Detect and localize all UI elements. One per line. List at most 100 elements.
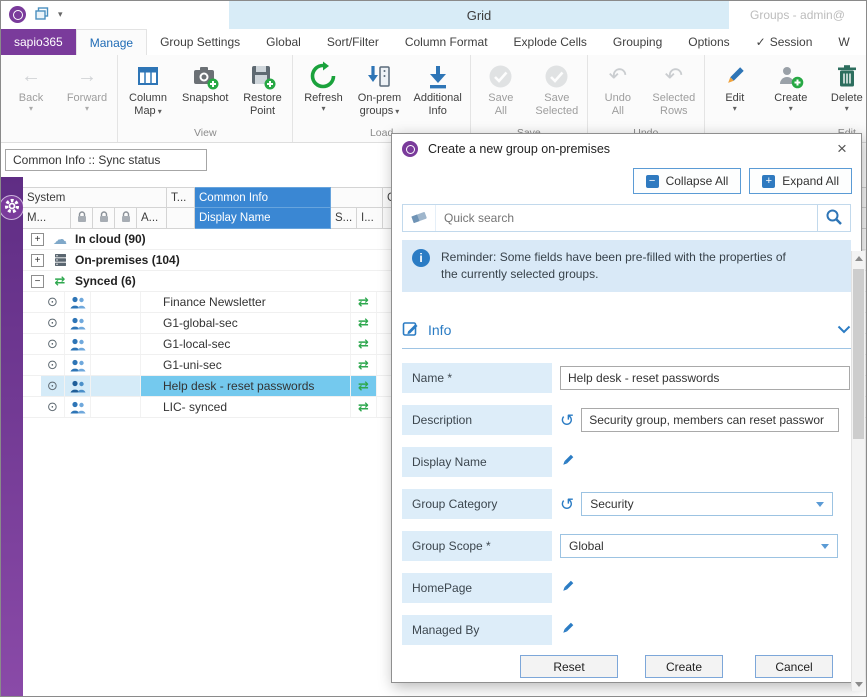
col-header-system[interactable]: System bbox=[23, 187, 167, 208]
title-bar: ▾ Grid Groups - admin@ bbox=[1, 1, 866, 29]
col-subheader-m[interactable]: M... bbox=[23, 208, 71, 229]
caret-down-icon bbox=[821, 544, 829, 549]
undo-all-button[interactable]: ↶ Undo All bbox=[590, 56, 646, 118]
cancel-button[interactable]: Cancel bbox=[755, 655, 833, 678]
on-prem-groups-button[interactable]: On-prem groups▾ bbox=[351, 56, 407, 118]
scrollbar-thumb[interactable] bbox=[853, 269, 864, 439]
search-button[interactable] bbox=[817, 205, 850, 231]
save-selected-button[interactable]: Save Selected bbox=[529, 56, 585, 118]
window-copy-icon[interactable] bbox=[35, 7, 49, 23]
row-target-icon[interactable]: ⊙ bbox=[41, 376, 65, 396]
row-target-icon[interactable]: ⊙ bbox=[41, 313, 65, 333]
edit-field-pencil-icon[interactable] bbox=[560, 579, 575, 597]
close-icon[interactable]: × bbox=[829, 138, 855, 160]
back-icon: ← bbox=[21, 60, 41, 92]
scroll-down-icon[interactable] bbox=[852, 677, 865, 691]
additional-info-button[interactable]: Additional Info bbox=[407, 56, 467, 118]
row-target-icon[interactable]: ⊙ bbox=[41, 397, 65, 417]
tab-global[interactable]: Global bbox=[253, 29, 314, 55]
create-button[interactable]: Create bbox=[645, 655, 723, 678]
revert-field-icon[interactable]: ↺ bbox=[560, 412, 574, 429]
col-subheader-locked[interactable] bbox=[71, 208, 93, 229]
col-subheader-locked[interactable] bbox=[93, 208, 115, 229]
description-input[interactable] bbox=[581, 408, 839, 432]
tab-group-settings[interactable]: Group Settings bbox=[147, 29, 253, 55]
tab-column-format[interactable]: Column Format bbox=[392, 29, 501, 55]
revert-field-icon[interactable]: ↺ bbox=[560, 496, 574, 513]
group-category-select[interactable]: Security bbox=[581, 492, 833, 516]
edit-field-pencil-icon[interactable] bbox=[560, 453, 575, 471]
edit-field-pencil-icon[interactable] bbox=[560, 621, 575, 639]
collapse-icon[interactable]: − bbox=[31, 275, 44, 288]
col-subheader-i[interactable]: I... bbox=[357, 208, 383, 229]
column-map-button[interactable]: Column Map▾ bbox=[120, 56, 176, 118]
refresh-button[interactable]: Refresh ▾ bbox=[295, 56, 351, 113]
info-section-header[interactable]: Info bbox=[402, 320, 851, 349]
tab-options[interactable]: Options bbox=[675, 29, 742, 55]
reminder-text-line2: the currently selected groups. bbox=[441, 266, 786, 283]
lock-icon bbox=[121, 211, 131, 226]
row-target-icon[interactable]: ⊙ bbox=[41, 292, 65, 312]
trash-icon bbox=[835, 60, 859, 92]
field-label: Display Name bbox=[402, 447, 552, 477]
restore-point-button[interactable]: Restore Point bbox=[234, 56, 290, 118]
tab-sort-filter[interactable]: Sort/Filter bbox=[314, 29, 392, 55]
pencil-icon bbox=[722, 60, 747, 92]
display-name-cell[interactable]: G1-uni-sec bbox=[141, 355, 351, 375]
col-subheader-s[interactable]: S... bbox=[331, 208, 357, 229]
reset-button[interactable]: Reset bbox=[520, 655, 618, 678]
ribbon-group-save: Save All Save Selected Save bbox=[470, 55, 587, 142]
snapshot-button[interactable]: Snapshot bbox=[176, 56, 234, 105]
tab-explode-cells[interactable]: Explode Cells bbox=[501, 29, 600, 55]
tab-sapio365[interactable]: sapio365 bbox=[1, 29, 76, 55]
display-name-cell[interactable]: Help desk - reset passwords bbox=[141, 376, 351, 396]
vertical-scrollbar[interactable] bbox=[851, 251, 865, 691]
check-icon: ✓ bbox=[756, 35, 766, 49]
name-input[interactable] bbox=[560, 366, 850, 390]
display-name-cell[interactable]: Finance Newsletter bbox=[141, 292, 351, 312]
col-subheader-display-name[interactable]: Display Name bbox=[195, 208, 331, 229]
expand-all-button[interactable]: + Expand All bbox=[749, 168, 852, 194]
col-subheader-t[interactable] bbox=[167, 208, 195, 229]
cloud-icon: ☁ bbox=[51, 232, 69, 246]
tab-session[interactable]: ✓ Session bbox=[743, 29, 826, 55]
undo-icon: ↶ bbox=[609, 60, 627, 92]
display-name-cell[interactable]: G1-local-sec bbox=[141, 334, 351, 354]
create-button[interactable]: Create ▾ bbox=[763, 56, 819, 113]
quick-access-caret-icon[interactable]: ▾ bbox=[58, 10, 63, 19]
group-scope-select[interactable]: Global bbox=[560, 534, 838, 558]
row-target-icon[interactable]: ⊙ bbox=[41, 355, 65, 375]
tab-grouping[interactable]: Grouping bbox=[600, 29, 675, 55]
back-button[interactable]: ← Back ▾ bbox=[3, 56, 59, 113]
ribbon-group-view: Column Map▾ Snapshot Restore Point bbox=[117, 55, 292, 142]
caret-down-icon: ▾ bbox=[395, 107, 399, 116]
col-header-common-info[interactable]: Common Info bbox=[195, 187, 331, 208]
col-subheader-a[interactable]: A... bbox=[137, 208, 167, 229]
select-value: Security bbox=[590, 497, 633, 511]
group-row-label: Synced (6) bbox=[75, 274, 136, 288]
save-all-button[interactable]: Save All bbox=[473, 56, 529, 118]
settings-gear-button[interactable] bbox=[0, 195, 24, 220]
col-subheader-locked[interactable] bbox=[115, 208, 137, 229]
expand-icon[interactable]: + bbox=[31, 254, 44, 267]
delete-button[interactable]: Delete ▾ bbox=[819, 56, 866, 113]
chevron-down-icon[interactable] bbox=[837, 323, 851, 337]
expand-all-label: Expand All bbox=[782, 174, 839, 188]
display-name-cell[interactable]: G1-global-sec bbox=[141, 313, 351, 333]
display-name-cell[interactable]: LIC- synced bbox=[141, 397, 351, 417]
expand-icon[interactable]: + bbox=[31, 233, 44, 246]
scroll-up-icon[interactable] bbox=[852, 251, 865, 265]
clear-search-button[interactable] bbox=[403, 205, 436, 231]
column-filter-combo[interactable]: Common Info :: Sync status bbox=[5, 149, 207, 171]
undo-selected-rows-button[interactable]: ↶ Selected Rows bbox=[646, 56, 702, 118]
col-header-spacer bbox=[331, 187, 383, 208]
tab-window-clipped[interactable]: W bbox=[825, 29, 862, 55]
col-header-type[interactable]: T... bbox=[167, 187, 195, 208]
quick-search-input[interactable] bbox=[436, 205, 817, 231]
edit-button[interactable]: Edit ▾ bbox=[707, 56, 763, 113]
tab-manage[interactable]: Manage bbox=[76, 29, 147, 55]
collapse-all-button[interactable]: − Collapse All bbox=[633, 168, 742, 194]
forward-button[interactable]: → Forward ▾ bbox=[59, 56, 115, 113]
row-target-icon[interactable]: ⊙ bbox=[41, 334, 65, 354]
field-row-display-name: Display Name bbox=[402, 447, 851, 477]
